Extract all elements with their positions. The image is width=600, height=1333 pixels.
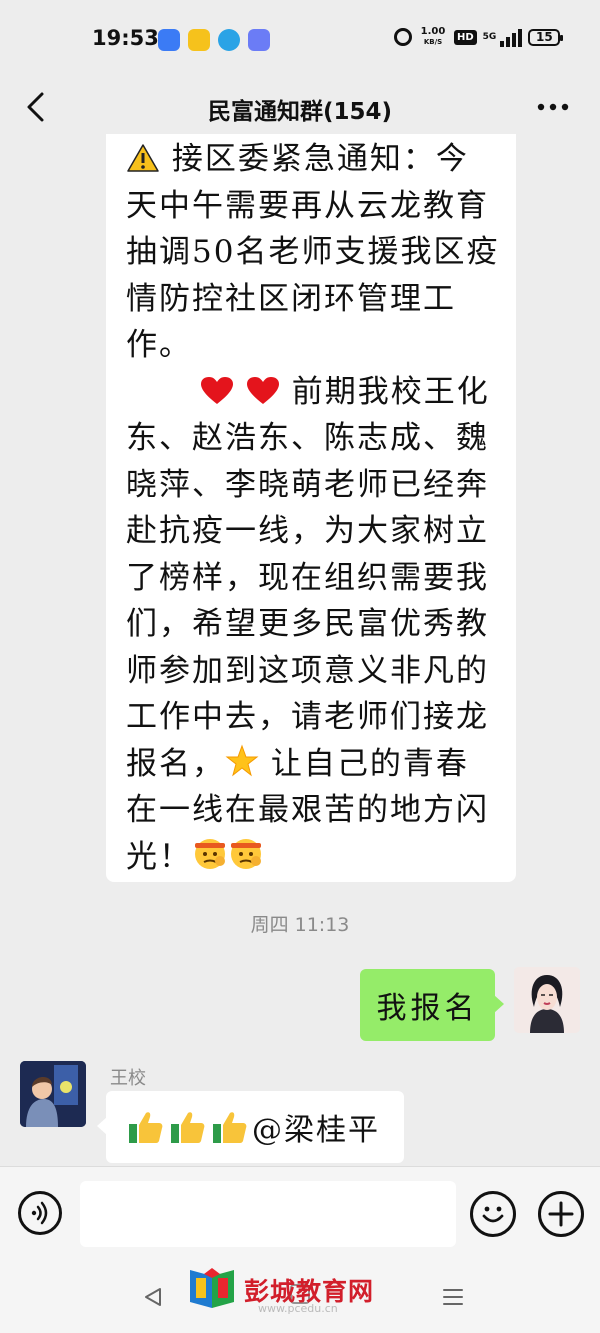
battery-level: 15 <box>535 29 553 44</box>
status-indicators: 1.00 KB/S HD 5G 15 <box>394 27 564 47</box>
warning-icon <box>127 144 159 172</box>
system-back-icon[interactable] <box>142 1286 164 1308</box>
notification-icons <box>158 29 270 51</box>
hd-badge: HD <box>454 29 477 45</box>
watermark-logo <box>190 1268 234 1308</box>
plus-icon <box>548 1201 574 1227</box>
my-message-text: 我报名 <box>376 991 479 1026</box>
chat-header: 民富通知群(154) <box>0 80 600 134</box>
emoji-icon <box>482 1206 504 1223</box>
avatar-illustration <box>514 967 580 1033</box>
signal-icon <box>500 27 523 47</box>
other-message-text: @梁桂平 <box>126 1105 380 1149</box>
chat-title: 民富通知群(154) <box>207 99 393 125</box>
sender-avatar[interactable] <box>20 1061 86 1127</box>
announcement-text: 接区委紧急通知：今天中午需要再从云龙教育抽调50名老师支援我区疫情防控社区闭环管… <box>126 136 500 880</box>
telegram-icon <box>218 29 240 51</box>
announcement-part1: 接区委紧急通知：今天中午需要再从云龙教育抽调50名老师支援我区疫情防控社区闭环管… <box>126 141 500 363</box>
avatar-illustration <box>20 1061 86 1127</box>
salute-face-icon <box>195 838 225 869</box>
thumbs-up-icon <box>213 1112 247 1143</box>
emoji-button[interactable] <box>470 1191 516 1237</box>
heart-icon <box>201 376 233 404</box>
salute-face-icon <box>231 838 261 869</box>
app-notification-icon <box>188 29 210 51</box>
system-menu-icon[interactable] <box>441 1286 465 1308</box>
alarm-icon <box>394 28 412 46</box>
thumbs-up-icon <box>129 1112 163 1143</box>
voice-button[interactable] <box>18 1191 62 1235</box>
input-bar <box>0 1166 600 1259</box>
other-message-bubble[interactable]: @梁桂平 <box>97 1091 404 1163</box>
star-icon <box>225 744 259 776</box>
battery-icon: 15 <box>528 28 564 46</box>
system-nav-bar: 彭城教育网 www.pcedu.cn <box>0 1258 600 1333</box>
announcement-bubble[interactable]: 接区委紧急通知：今天中午需要再从云龙教育抽调50名老师支援我区疫情防控社区闭环管… <box>106 134 516 882</box>
network-type: 5G <box>482 32 497 42</box>
app-notification-icon <box>248 29 270 51</box>
voice-icon <box>31 1201 48 1225</box>
more-icon[interactable] <box>536 94 570 120</box>
network-speed: 1.00 KB/S <box>418 27 448 47</box>
my-avatar[interactable] <box>514 967 580 1033</box>
my-message-bubble[interactable]: 我报名 <box>360 969 504 1041</box>
mention-text: @梁桂平 <box>252 1113 380 1148</box>
sender-name: 王校 <box>110 1068 146 1089</box>
app-notification-icon <box>158 29 180 51</box>
message-list[interactable]: 接区委紧急通知：今天中午需要再从云龙教育抽调50名老师支援我区疫情防控社区闭环管… <box>0 134 600 1166</box>
network-speed-value: 1.00 <box>420 26 446 37</box>
plus-button[interactable] <box>538 1191 584 1237</box>
thumbs-up-icon <box>171 1112 205 1143</box>
heart-icon <box>246 376 279 404</box>
status-time: 19:53 <box>92 26 159 50</box>
watermark-url: www.pcedu.cn <box>258 1302 338 1315</box>
message-timestamp: 周四 11:13 <box>250 914 350 936</box>
announcement-part2: 前期我校王化东、赵浩东、陈志成、魏晓萍、李晓萌老师已经奔赴抗疫一线，为大家树立了… <box>126 373 490 782</box>
status-bar: 19:53 1.00 KB/S HD 5G 15 <box>0 0 600 80</box>
message-input[interactable] <box>80 1181 456 1247</box>
network-speed-unit: KB/S <box>423 38 443 46</box>
